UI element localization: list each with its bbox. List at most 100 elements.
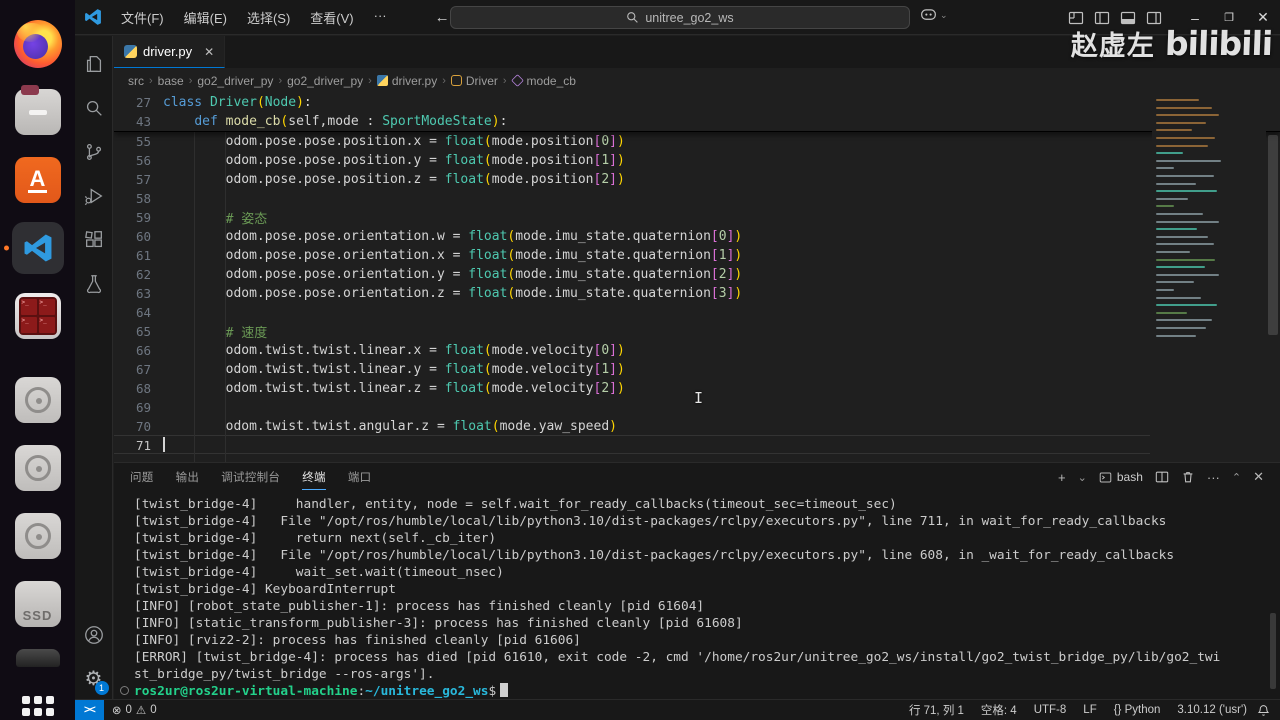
explorer-icon[interactable] — [75, 42, 113, 86]
panel-tab-item[interactable]: 调试控制台 — [221, 464, 280, 490]
terminal-scrollbar[interactable] — [1268, 493, 1278, 693]
minimap-line — [1156, 159, 1221, 162]
vscode-dock-icon[interactable] — [3, 222, 64, 274]
panel-tab-item[interactable]: 问题 — [130, 464, 154, 490]
breadcrumb-item[interactable]: driver.py — [376, 74, 437, 88]
trash-icon[interactable] — [12, 646, 64, 670]
menu-item[interactable]: 选择(S) — [239, 5, 298, 30]
vscode-logo — [24, 234, 51, 262]
minimap-line — [1156, 175, 1214, 177]
disk-3-icon[interactable] — [12, 510, 64, 562]
firefox-icon[interactable] — [12, 18, 64, 70]
disk-2-icon[interactable] — [12, 442, 64, 494]
code-line-57: 57 odom.pose.pose.position.z = float(mod… — [135, 172, 625, 187]
testing-icon[interactable] — [75, 262, 113, 306]
terminal-line: st_bridge_py/twist_bridge --ros-args']. — [134, 667, 435, 682]
editor-scrollbar[interactable] — [1266, 93, 1280, 462]
terminal-line: [INFO] [rviz2-2]: process has finished c… — [134, 633, 581, 648]
kill-terminal-icon[interactable] — [1181, 470, 1195, 484]
tab-label: driver.py — [143, 44, 193, 59]
copilot-icon — [921, 9, 936, 20]
breadcrumb-item[interactable]: go2_driver_py — [197, 74, 273, 88]
terminal-cursor — [500, 683, 509, 697]
minimap-line — [1156, 129, 1192, 132]
status-item[interactable]: LF — [1083, 704, 1096, 716]
tab-driver-py[interactable]: driver.py ✕ — [114, 36, 226, 68]
panel-close-icon[interactable]: ✕ — [1253, 469, 1264, 485]
code-line-43: 43 def mode_cb(self,mode : SportModeStat… — [135, 114, 508, 129]
minimap-line — [1156, 258, 1216, 261]
panel-tab-active[interactable]: 终端 — [302, 464, 326, 490]
search-view-icon[interactable] — [75, 86, 113, 130]
minimap-line — [1156, 114, 1219, 117]
disk-1-icon[interactable] — [12, 374, 64, 426]
python-symbol-icon — [376, 75, 388, 86]
breadcrumb-item[interactable]: Driver — [450, 74, 498, 88]
app-grid-icon[interactable] — [12, 686, 64, 720]
menu-item[interactable]: 查看(V) — [302, 5, 361, 30]
nav-back-button[interactable]: ← — [435, 9, 450, 26]
command-center-search[interactable]: unitree_go2_ws — [450, 6, 910, 29]
new-terminal-button[interactable]: + — [1058, 470, 1066, 485]
terminal-line: [ERROR] [twist_bridge-4]: process has di… — [134, 650, 1221, 665]
breadcrumb-item[interactable]: mode_cb — [510, 74, 576, 88]
account-icon[interactable] — [75, 613, 113, 657]
status-item[interactable]: 空格: 4 — [981, 702, 1017, 718]
remote-indicator[interactable]: >< — [75, 699, 104, 720]
panel-tab-item[interactable]: 端口 — [348, 464, 372, 490]
split-terminal-icon[interactable] — [1155, 470, 1169, 484]
vscode-titlebar-logo — [85, 9, 101, 25]
search-icon — [627, 12, 639, 23]
menu-item[interactable]: ··· — [366, 5, 395, 30]
terminal-line: [twist_bridge-4] File "/opt/ros/humble/l… — [134, 514, 1167, 529]
minimap-line — [1156, 182, 1196, 185]
panel-more-icon[interactable]: ··· — [1207, 470, 1220, 485]
class-symbol-icon — [450, 75, 462, 86]
copilot-button[interactable]: ⌄ — [920, 8, 948, 22]
code-line-27: 27 class Driver(Node): — [135, 95, 312, 110]
panel-maximize-icon[interactable]: ⌃ — [1232, 471, 1241, 484]
status-item[interactable]: 3.10.12 ('usr') — [1177, 704, 1247, 716]
breadcrumb-item[interactable]: src — [128, 74, 144, 88]
status-item[interactable]: {} Python — [1114, 704, 1161, 716]
breadcrumb-separator: › — [442, 74, 446, 87]
indent-guide — [194, 131, 195, 462]
breadcrumb-item[interactable]: go2_driver_py — [287, 74, 363, 88]
terminator-icon[interactable]: >_ >_ >_ >_ — [12, 290, 64, 342]
active-app-dot — [3, 245, 9, 251]
breadcrumb-separator: › — [278, 74, 283, 87]
status-item[interactable]: 行 71, 列 1 — [909, 702, 964, 718]
terminal[interactable]: [twist_bridge-4] handler, entity, node =… — [114, 491, 1280, 700]
files-icon[interactable] — [12, 85, 64, 138]
menu-item[interactable]: 编辑(E) — [176, 5, 235, 30]
ubuntu-software-icon[interactable]: A — [12, 154, 64, 206]
terminal-instance-bash[interactable]: bash — [1099, 470, 1143, 484]
menu-item[interactable]: 文件(F) — [113, 5, 172, 30]
source-control-icon[interactable] — [75, 130, 113, 174]
terminal-prompt[interactable]: ros2ur@ros2ur-virtual-machine:~/unitree_… — [120, 683, 1280, 700]
watermark-author: 赵虚左 — [1070, 31, 1155, 61]
settings-gear-icon[interactable]: ⚙ 1 — [75, 657, 113, 699]
notifications-bell-icon[interactable] — [1257, 704, 1270, 717]
status-item[interactable]: UTF-8 — [1034, 704, 1067, 716]
watermark: 赵虚左 bilibili — [1070, 24, 1273, 63]
extensions-icon[interactable] — [75, 218, 113, 262]
breadcrumb-item[interactable]: base — [158, 74, 184, 88]
terminal-line: [twist_bridge-4] handler, entity, node =… — [134, 497, 897, 512]
terminal-line: [twist_bridge-4] return next(self._cb_it… — [134, 531, 497, 546]
panel-tab-item[interactable]: 输出 — [176, 464, 200, 490]
minimap-line — [1156, 152, 1183, 155]
ssd-drive-icon[interactable]: SSD — [12, 578, 64, 630]
terminal-dropdown-icon[interactable]: ⌄ — [1078, 471, 1087, 484]
minimap-line — [1156, 235, 1209, 238]
terminal-line: [twist_bridge-4] wait_set.wait(timeout_n… — [134, 565, 504, 580]
minimap-line — [1156, 197, 1189, 200]
run-debug-icon[interactable] — [75, 174, 113, 218]
warnings-count: 0 — [150, 704, 157, 716]
code-editor[interactable]: 27 class Driver(Node): 43 def mode_cb(self… — [114, 93, 1280, 462]
tab-close-icon[interactable]: ✕ — [204, 45, 214, 59]
minimap[interactable] — [1152, 93, 1266, 462]
bilibili-logo: bilibili — [1164, 24, 1273, 63]
minimap-line — [1156, 273, 1219, 276]
problems-status[interactable]: ⊗ 0 ⚠ 0 — [112, 703, 157, 717]
